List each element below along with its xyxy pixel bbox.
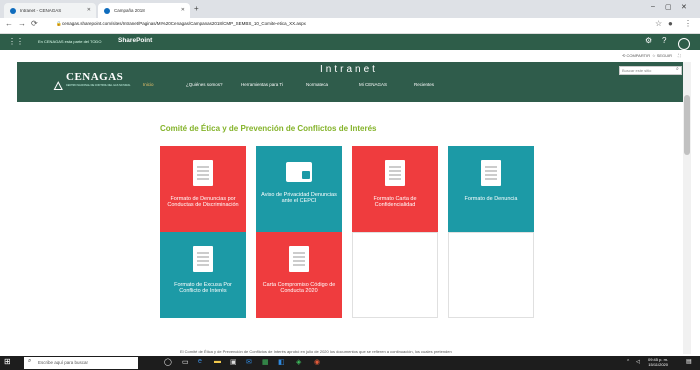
tile-empty [352, 232, 438, 318]
tab-intranet[interactable]: Intranet - CENAGAS ✕ [4, 3, 96, 18]
site-search-input[interactable]: Buscar este sitio [619, 66, 682, 75]
tile-label: Formato Carta de Confidencialidad [373, 196, 417, 209]
windows-start-icon[interactable]: ⊞ [4, 357, 11, 366]
store-icon[interactable]: ▣ [230, 358, 237, 366]
back-icon[interactable]: ← [5, 19, 13, 28]
tile-formato-denuncia[interactable]: Formato de Denuncia [448, 146, 534, 232]
site-logo-subtitle: CENTRO NACIONAL DE CONTROL DEL GAS NATUR… [66, 84, 131, 87]
tab-title: Campaña 2018 [114, 8, 145, 13]
forward-icon[interactable]: → [18, 19, 26, 28]
close-tab-icon[interactable]: ✕ [87, 7, 91, 13]
document-icon [193, 246, 213, 272]
mail-icon[interactable]: ✉ [246, 358, 252, 366]
lock-icon: 🔒 [56, 21, 62, 26]
focus-icon[interactable]: ⛶ [678, 53, 681, 58]
site-logo[interactable]: CENAGAS [66, 71, 123, 83]
tile-aviso-privacidad[interactable]: Aviso de Privacidad Denuncias ante el CE… [256, 146, 342, 232]
url-field[interactable]: cenagas.sharepoint.com/sites/Intranet/Pa… [62, 21, 306, 26]
tile-carta-compromiso[interactable]: Carta Compromiso Código de Conducta 2020 [256, 232, 342, 318]
tile-formato-excusa[interactable]: Formato de Excusa Por Conflicto de Inter… [160, 232, 246, 318]
tile-denuncias-discriminacion[interactable]: Formato de Denuncias por Conductas de Di… [160, 146, 246, 232]
excel-icon[interactable]: ▦ [262, 358, 269, 366]
reload-icon[interactable]: ⟳ [31, 19, 38, 28]
help-icon[interactable]: ? [662, 36, 666, 45]
document-icon [385, 160, 405, 186]
settings-icon[interactable]: ⚙ [645, 36, 652, 45]
document-icon [481, 160, 501, 186]
nav-item-mi-cenagas[interactable]: Mi CENAGAS [359, 82, 387, 87]
taskbar-clock[interactable]: 09:45 p. m. 15/11/2020 [648, 357, 668, 367]
volume-icon[interactable]: ◁ [636, 359, 640, 365]
taskbar-search-input[interactable]: Escribe aquí para buscar [24, 357, 138, 369]
tenant-name: En CENAGAS esta parte del TODO [38, 39, 102, 44]
suite-bar [0, 34, 700, 50]
tile-label: Carta Compromiso Código de Conducta 2020 [262, 282, 336, 295]
new-tab-button[interactable]: + [194, 4, 199, 13]
favicon-icon [104, 7, 110, 14]
bookmark-star-icon[interactable]: ☆ [655, 19, 662, 28]
app-icon[interactable]: ◈ [296, 358, 301, 366]
follow-button[interactable]: ☆ SEGUIR [652, 53, 672, 58]
browser-tab-bar: Intranet - CENAGAS ✕ Campaña 2018 ✕ [0, 0, 700, 18]
share-button[interactable]: ⟲ COMPARTIR [622, 53, 650, 58]
search-icon: ⌕ [28, 358, 32, 364]
file-explorer-icon[interactable]: ▬ [214, 358, 221, 365]
site-title: Intranet [320, 64, 378, 75]
close-tab-icon[interactable]: ✕ [181, 7, 185, 13]
outlook-icon[interactable]: ◧ [278, 358, 285, 366]
close-window-icon[interactable]: ✕ [681, 3, 687, 11]
document-icon [289, 246, 309, 272]
tab-campana[interactable]: Campaña 2018 ✕ [98, 3, 190, 18]
logo-flame-icon: 🜂 [53, 79, 64, 93]
tile-label: Aviso de Privacidad Denuncias ante el CE… [261, 192, 337, 205]
nav-item-normateca[interactable]: Normateca [306, 82, 328, 87]
nav-item-herramientas[interactable]: Herramientas para Ti [241, 82, 283, 87]
multitask-icon[interactable]: ▭ [182, 358, 189, 366]
intro-paragraph: El Comité de Ética y de Prevención de Co… [180, 349, 452, 354]
task-view-icon[interactable]: ◯ [164, 358, 172, 366]
wifi-icon[interactable]: ⌃ [626, 359, 630, 365]
tile-label: Formato de Denuncia [464, 196, 518, 202]
tab-title: Intranet - CENAGAS [20, 8, 62, 13]
tile-empty [448, 232, 534, 318]
user-avatar[interactable] [678, 38, 690, 50]
app-launcher-icon[interactable]: ⋮⋮ [8, 37, 24, 46]
profile-icon[interactable]: ● [668, 19, 673, 28]
minimize-icon[interactable]: – [651, 3, 655, 10]
nav-item-recientes[interactable]: Recientes [414, 82, 434, 87]
search-icon[interactable]: ⌕ [676, 66, 679, 72]
maximize-icon[interactable]: ▢ [665, 3, 672, 11]
favicon-icon [10, 7, 16, 14]
edge-icon[interactable]: e [198, 358, 202, 365]
nav-item-quienes[interactable]: ¿Quiénes somos? [186, 82, 223, 87]
tile-label: Formato de Denuncias por Conductas de Di… [167, 196, 239, 209]
document-icon [193, 160, 213, 186]
nav-item-inicio[interactable]: Inicio [143, 82, 154, 87]
tile-label: Formato de Excusa Por Conflicto de Inter… [174, 282, 232, 295]
sharepoint-link[interactable]: SharePoint [118, 37, 152, 44]
notifications-icon[interactable]: ▤ [686, 358, 692, 365]
page-title: Comité de Ética y de Prevención de Confl… [160, 124, 377, 133]
menu-icon[interactable]: ⋮ [684, 19, 692, 28]
tile-carta-confidencialidad[interactable]: Formato Carta de Confidencialidad [352, 146, 438, 232]
folder-lock-icon [286, 162, 312, 182]
scrollbar-thumb[interactable] [684, 95, 690, 155]
chrome-icon[interactable]: ◉ [314, 358, 320, 366]
action-row [0, 50, 700, 62]
